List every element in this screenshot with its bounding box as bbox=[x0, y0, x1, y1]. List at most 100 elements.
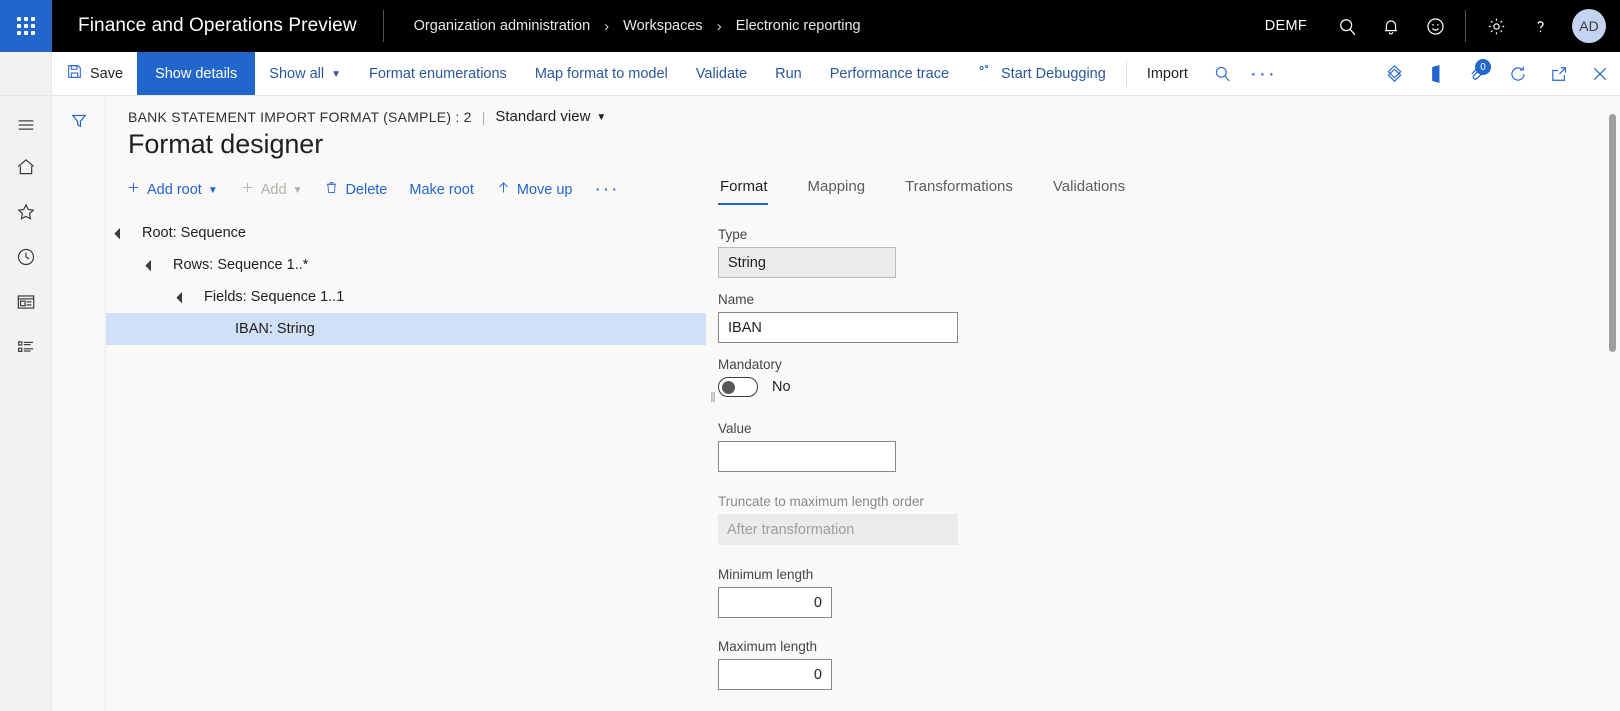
add-button[interactable]: Add ▼ bbox=[230, 174, 313, 205]
field-maximum-length: Maximum length 0 bbox=[718, 639, 1604, 690]
vertical-scrollbar[interactable] bbox=[1609, 114, 1616, 702]
chevron-down-icon: ▼ bbox=[292, 184, 303, 196]
validate-button[interactable]: Validate bbox=[682, 52, 761, 95]
move-up-button[interactable]: Move up bbox=[486, 174, 583, 205]
value-label: Value bbox=[718, 421, 752, 436]
open-in-office-icon[interactable] bbox=[1415, 52, 1456, 95]
tree-row-label: IBAN: String bbox=[235, 321, 315, 337]
company-selector[interactable]: DEMF bbox=[1247, 18, 1325, 34]
tab-mapping[interactable]: Mapping bbox=[806, 174, 882, 205]
show-all-label: Show all bbox=[269, 65, 325, 82]
field-mandatory: Mandatory No bbox=[718, 357, 1604, 397]
start-debugging-button[interactable]: Start Debugging bbox=[963, 52, 1120, 95]
breadcrumb-item-workspaces[interactable]: Workspaces bbox=[623, 18, 703, 34]
show-details-button[interactable]: Show details bbox=[137, 52, 256, 95]
overflow-ellipsis-icon[interactable]: ··· bbox=[1243, 52, 1284, 95]
tree-pane: Add root ▼ Add ▼ Delete Make root Move u… bbox=[106, 174, 706, 704]
breadcrumb: Organization administration › Workspaces… bbox=[384, 18, 861, 35]
help-question-icon[interactable] bbox=[1518, 0, 1562, 52]
tree-row-root[interactable]: Root: Sequence bbox=[106, 217, 706, 249]
tab-format-label: Format bbox=[720, 178, 768, 195]
modules-list-icon bbox=[15, 336, 37, 363]
sidebar-item-workspaces[interactable] bbox=[0, 282, 52, 327]
format-enumerations-label: Format enumerations bbox=[369, 65, 507, 82]
expand-collapse-triangle-icon[interactable] bbox=[182, 292, 192, 302]
tree-row-fields[interactable]: Fields: Sequence 1..1 bbox=[106, 281, 706, 313]
attachments-count-badge: 0 bbox=[1475, 59, 1491, 75]
save-button[interactable]: Save bbox=[52, 52, 137, 95]
field-type: Type String bbox=[718, 227, 1604, 278]
tab-validations-label: Validations bbox=[1052, 178, 1126, 195]
filter-funnel-icon[interactable] bbox=[59, 104, 99, 138]
properties-pane: Format Mapping Transformations Validatio… bbox=[718, 174, 1620, 704]
start-debugging-label: Start Debugging bbox=[1001, 65, 1106, 82]
search-icon[interactable] bbox=[1325, 0, 1369, 52]
maximum-length-label: Maximum length bbox=[718, 639, 818, 654]
import-label: Import bbox=[1146, 65, 1188, 82]
sidebar-item-favorites[interactable] bbox=[0, 192, 52, 237]
minimum-length-input[interactable]: 0 bbox=[718, 587, 832, 618]
tree-row-label: Rows: Sequence 1..* bbox=[173, 257, 309, 273]
personalize-diamond-icon[interactable] bbox=[1374, 52, 1415, 95]
pane-splitter[interactable]: ‖ bbox=[706, 174, 718, 704]
add-root-button[interactable]: Add root ▼ bbox=[116, 174, 228, 205]
command-bar: Save Show details Show all ▼ Format enum… bbox=[0, 52, 1620, 96]
tab-format[interactable]: Format bbox=[718, 174, 784, 205]
scrollbar-thumb[interactable] bbox=[1609, 114, 1616, 352]
view-selector[interactable]: Standard view ▼ bbox=[495, 108, 606, 125]
close-icon[interactable] bbox=[1579, 52, 1620, 95]
chevron-down-icon: ▼ bbox=[596, 111, 607, 123]
delete-button[interactable]: Delete bbox=[314, 174, 397, 205]
mandatory-toggle[interactable] bbox=[718, 377, 758, 397]
breadcrumb-item-electronic-reporting[interactable]: Electronic reporting bbox=[736, 18, 861, 34]
tab-transformations[interactable]: Transformations bbox=[903, 174, 1029, 205]
move-up-label: Move up bbox=[516, 181, 573, 198]
refresh-icon[interactable] bbox=[1497, 52, 1538, 95]
field-name: Name IBAN bbox=[718, 292, 1604, 343]
tree-overflow-button[interactable]: ··· bbox=[584, 178, 629, 202]
breadcrumb-item-organization-administration[interactable]: Organization administration bbox=[414, 18, 591, 34]
chevron-right-icon: › bbox=[716, 17, 722, 35]
name-input[interactable]: IBAN bbox=[718, 312, 958, 343]
run-button[interactable]: Run bbox=[761, 52, 816, 95]
app-launcher-button[interactable] bbox=[0, 0, 52, 52]
page-body: BANK STATEMENT IMPORT FORMAT (SAMPLE) : … bbox=[0, 96, 1620, 711]
value-input[interactable] bbox=[718, 441, 896, 472]
attachments-icon[interactable]: 0 bbox=[1456, 52, 1497, 95]
tab-transformations-label: Transformations bbox=[905, 178, 1013, 195]
designer-panes: Add root ▼ Add ▼ Delete Make root Move u… bbox=[106, 174, 1620, 704]
command-search-icon[interactable] bbox=[1202, 52, 1243, 95]
tree-row-iban[interactable]: IBAN: String bbox=[106, 313, 706, 345]
show-all-button[interactable]: Show all ▼ bbox=[255, 52, 355, 95]
make-root-label: Make root bbox=[409, 181, 474, 198]
hamburger-menu-icon[interactable] bbox=[0, 102, 52, 147]
settings-gear-icon[interactable] bbox=[1474, 0, 1518, 52]
expand-collapse-triangle-icon[interactable] bbox=[151, 260, 161, 270]
minimum-length-label: Minimum length bbox=[718, 567, 814, 582]
app-launcher-icon bbox=[17, 17, 35, 35]
plus-icon bbox=[126, 180, 141, 199]
tree-row-rows[interactable]: Rows: Sequence 1..* bbox=[106, 249, 706, 281]
popout-icon[interactable] bbox=[1538, 52, 1579, 95]
feedback-smiley-icon[interactable] bbox=[1413, 0, 1457, 52]
format-enumerations-button[interactable]: Format enumerations bbox=[355, 52, 521, 95]
toggle-knob bbox=[722, 381, 735, 394]
import-button[interactable]: Import bbox=[1133, 52, 1202, 95]
avatar[interactable]: AD bbox=[1572, 9, 1606, 43]
overflow-ellipsis-icon: ··· bbox=[594, 178, 620, 200]
expand-collapse-triangle-icon[interactable] bbox=[120, 228, 130, 238]
tab-mapping-label: Mapping bbox=[807, 178, 866, 195]
sidebar-item-home[interactable] bbox=[0, 147, 52, 192]
notifications-bell-icon[interactable] bbox=[1369, 0, 1413, 52]
sidebar-item-modules[interactable] bbox=[0, 327, 52, 372]
map-format-to-model-button[interactable]: Map format to model bbox=[521, 52, 682, 95]
make-root-button[interactable]: Make root bbox=[399, 176, 483, 204]
sidebar-item-recent[interactable] bbox=[0, 237, 52, 282]
top-navigation-bar: Finance and Operations Preview Organizat… bbox=[0, 0, 1620, 52]
trash-icon bbox=[324, 180, 339, 199]
add-root-label: Add root bbox=[147, 181, 202, 198]
tab-validations[interactable]: Validations bbox=[1051, 174, 1141, 205]
maximum-length-input[interactable]: 0 bbox=[718, 659, 832, 690]
truncate-label: Truncate to maximum length order bbox=[718, 494, 924, 509]
performance-trace-button[interactable]: Performance trace bbox=[816, 52, 963, 95]
